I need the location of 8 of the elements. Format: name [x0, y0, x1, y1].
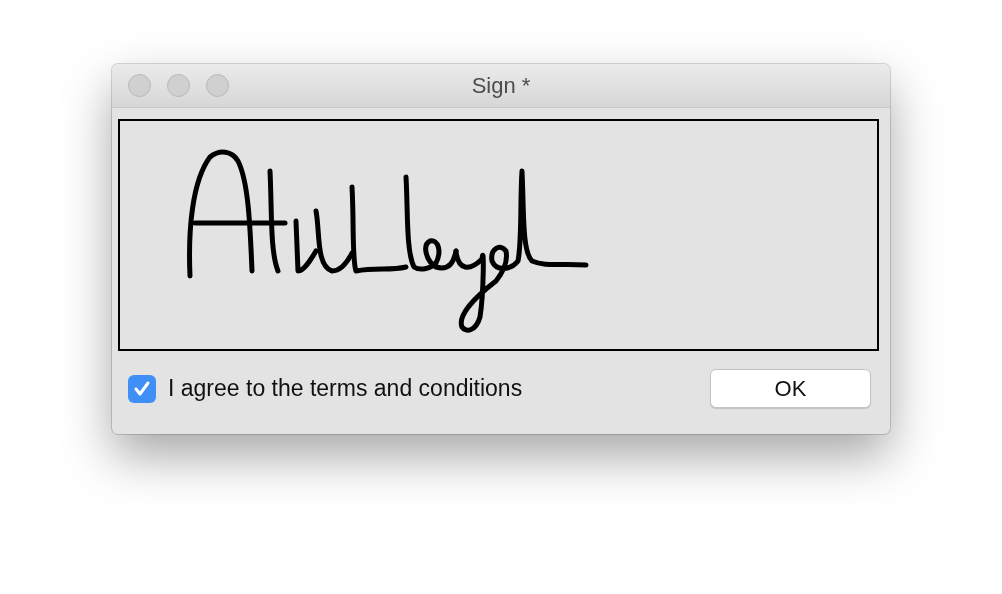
close-button[interactable] — [128, 74, 151, 97]
minimize-button[interactable] — [167, 74, 190, 97]
agree-checkbox[interactable] — [128, 374, 156, 403]
signature-pad[interactable] — [118, 119, 879, 351]
window-title: Sign * — [471, 72, 531, 98]
zoom-button[interactable] — [206, 74, 229, 97]
ok-button[interactable]: OK — [710, 369, 871, 408]
agree-label: I agree to the terms and conditions — [168, 375, 523, 402]
